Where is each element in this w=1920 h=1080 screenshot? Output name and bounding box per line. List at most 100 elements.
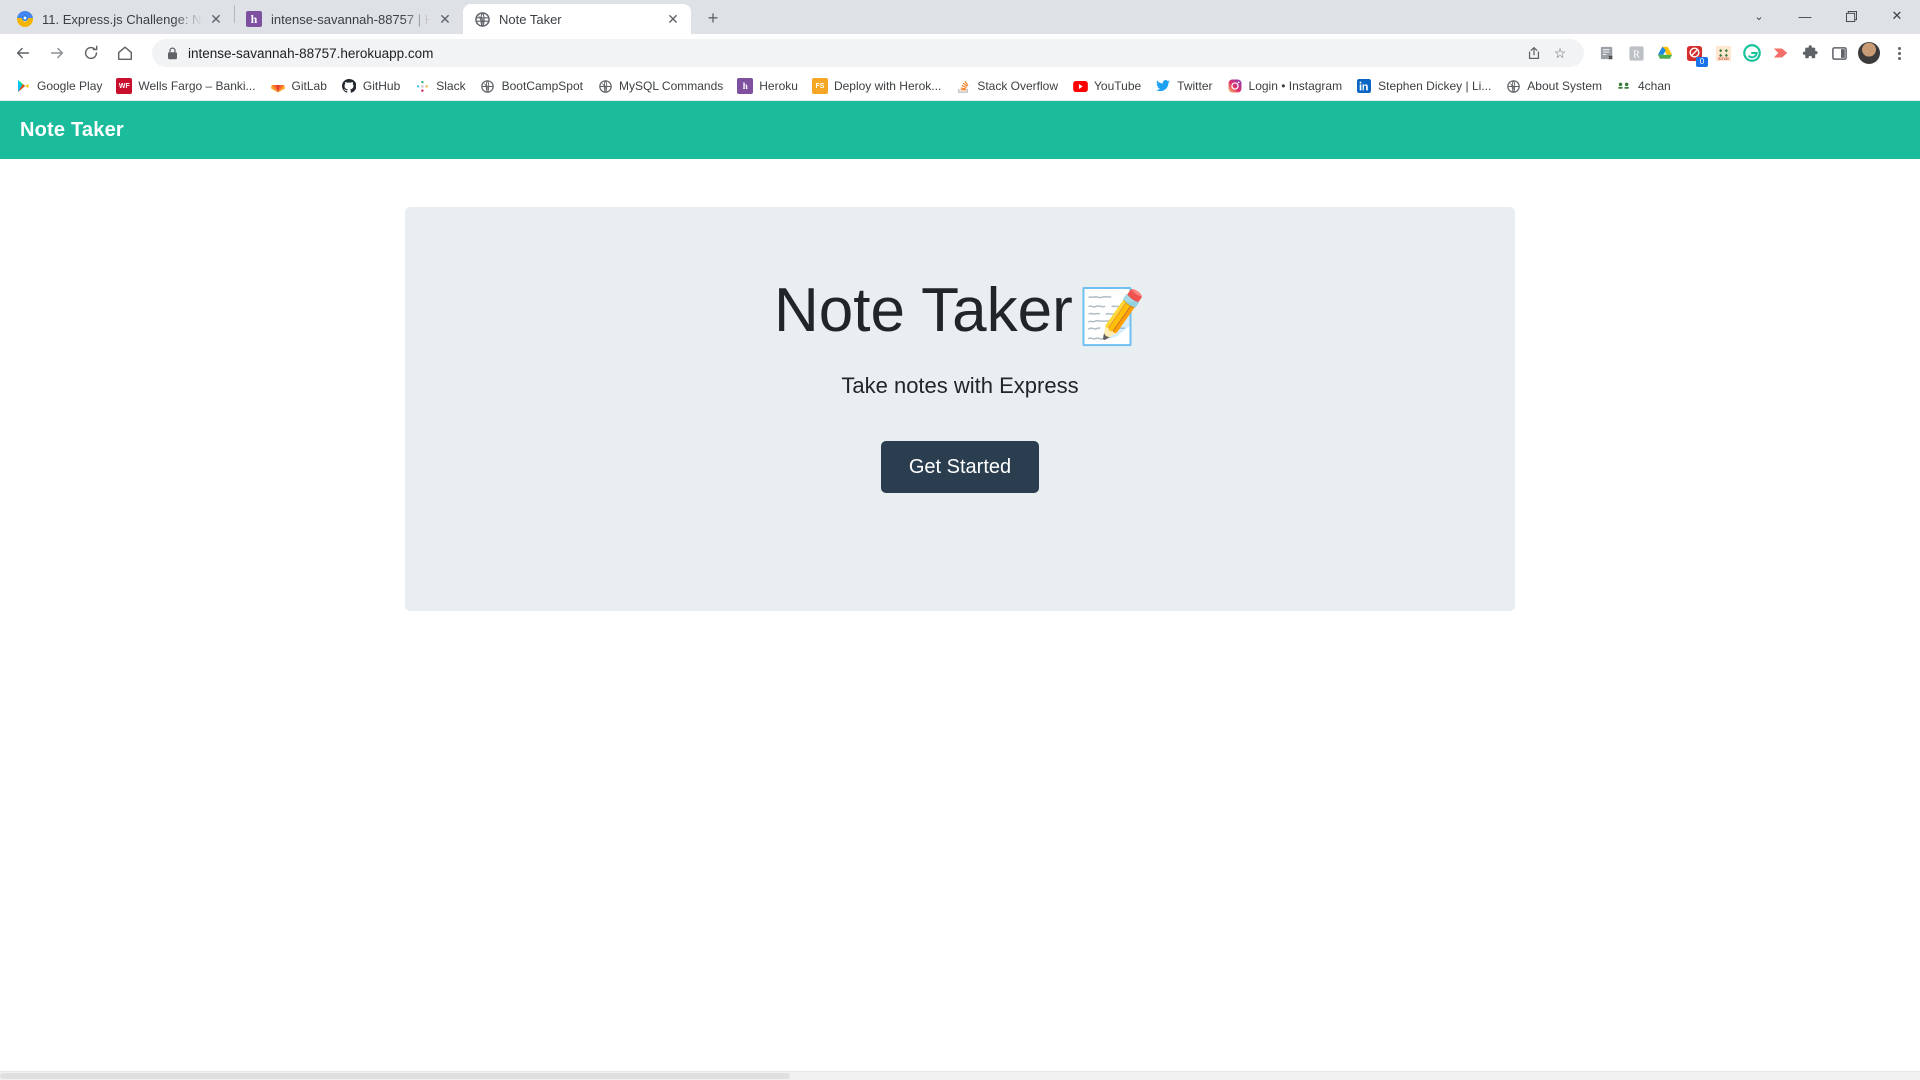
profile-avatar[interactable] (1858, 42, 1880, 64)
bookmark-label: Google Play (37, 79, 103, 93)
tab-note-taker[interactable]: Note Taker ✕ (463, 4, 691, 34)
omnibox-actions: ☆ (1522, 41, 1572, 65)
bookmark-heroku[interactable]: h Heroku (730, 75, 805, 97)
pocket-extension[interactable] (1768, 40, 1794, 66)
bookmarks-bar: Google Play WF Wells Fargo – Banki... Gi… (0, 72, 1920, 101)
bookmark-gitlab[interactable]: GitLab (263, 75, 334, 97)
puzzle-extensions-menu-icon[interactable] (1797, 40, 1823, 66)
linkedin-icon (1356, 78, 1372, 94)
adblock-extension[interactable]: 0 (1681, 40, 1708, 67)
tab-close-icon[interactable]: ✕ (665, 11, 681, 27)
page-title: Note Taker (774, 276, 1073, 345)
fs-icon: FS (811, 78, 828, 94)
restore-icon[interactable] (1828, 0, 1874, 32)
bookmark-label: Twitter (1177, 79, 1213, 93)
google-play-icon (15, 78, 31, 94)
bookmark-instagram[interactable]: Login • Instagram (1220, 75, 1350, 97)
adblock-badge-count: 0 (1696, 57, 1708, 67)
bookmark-4chan[interactable]: 4chan (1609, 75, 1678, 97)
browser-window: 11. Express.js Challenge: Note Tak ✕ h i… (0, 0, 1920, 1080)
forward-icon[interactable] (42, 38, 72, 68)
tab-title: 11. Express.js Challenge: Note Tak (42, 11, 202, 27)
app-brand-title[interactable]: Note Taker (20, 119, 124, 142)
get-started-button[interactable]: Get Started (880, 441, 1040, 494)
google-drive-extension[interactable] (1652, 40, 1678, 66)
url-text: intense-savannah-88757.herokuapp.com (188, 45, 434, 61)
bookmark-youtube[interactable]: YouTube (1065, 75, 1148, 97)
wells-fargo-icon: WF (116, 78, 133, 94)
svg-text:4chan: 4chan (1717, 56, 1729, 61)
github-icon (341, 78, 357, 94)
svg-text:R: R (1633, 49, 1640, 60)
globe-icon (597, 78, 613, 94)
reading-list-extension[interactable] (1594, 40, 1620, 66)
share-icon[interactable] (1522, 41, 1546, 65)
chrome-menu-kebab-icon[interactable] (1886, 40, 1912, 66)
bookmark-twitter[interactable]: Twitter (1148, 75, 1219, 97)
reload-icon[interactable] (76, 38, 106, 68)
hero-subtitle: Take notes with Express (841, 373, 1079, 399)
hero-title-row: Note Taker 📝 (445, 276, 1475, 347)
page-viewport: Note Taker Note Taker 📝 Take notes with E… (0, 101, 1920, 1080)
grammarly-extension[interactable] (1739, 40, 1765, 66)
browser-toolbar: intense-savannah-88757.herokuapp.com ☆ R… (0, 34, 1920, 72)
bookmark-label: GitLab (291, 79, 327, 93)
tab-close-icon[interactable]: ✕ (208, 11, 224, 27)
tab-express-challenge[interactable]: 11. Express.js Challenge: Note Tak ✕ (6, 4, 234, 34)
bookmark-wells-fargo[interactable]: WF Wells Fargo – Banki... (109, 75, 262, 97)
close-icon[interactable]: ✕ (1874, 0, 1920, 32)
bookmark-slack[interactable]: Slack (407, 75, 472, 97)
bookmark-bootcampspot[interactable]: BootCampSpot (473, 75, 590, 97)
bookmark-label: Deploy with Herok... (833, 79, 942, 93)
sidepanel-toggle-icon[interactable] (1826, 40, 1852, 66)
youtube-icon (1072, 78, 1088, 94)
bookmark-label: Stephen Dickey | Li... (1378, 79, 1492, 93)
bookmark-github[interactable]: GitHub (334, 75, 407, 97)
bookmark-label: MySQL Commands (619, 79, 724, 93)
bookmark-label: Slack (436, 79, 466, 93)
globe-icon (474, 11, 490, 27)
chrome-icon (17, 11, 33, 27)
bookmark-label: Heroku (759, 79, 798, 93)
globe-icon (1505, 78, 1521, 94)
address-bar[interactable]: intense-savannah-88757.herokuapp.com ☆ (152, 39, 1584, 67)
gitlab-icon (270, 78, 286, 94)
heroku-icon: h (737, 78, 754, 94)
twitter-icon (1155, 78, 1171, 94)
bookmark-google-play[interactable]: Google Play (8, 75, 109, 97)
minimize-icon[interactable]: — (1782, 0, 1828, 32)
tab-close-icon[interactable]: ✕ (437, 11, 453, 27)
bookmark-mysql-commands[interactable]: MySQL Commands (590, 75, 730, 97)
home-icon[interactable] (110, 38, 140, 68)
tab-strip: 11. Express.js Challenge: Note Tak ✕ h i… (0, 0, 1920, 34)
bookmark-label: YouTube (1094, 79, 1142, 93)
bookmark-linkedin[interactable]: Stephen Dickey | Li... (1349, 75, 1498, 97)
app-navbar: Note Taker (0, 101, 1920, 159)
bookmark-label: Stack Overflow (977, 79, 1059, 93)
memo-icon: 📝 (1078, 287, 1146, 347)
tab-search-icon[interactable]: ⌄ (1736, 0, 1782, 32)
stack-overflow-icon (955, 78, 971, 94)
bookmark-stack-overflow[interactable]: Stack Overflow (948, 75, 1065, 97)
scrollbar-thumb[interactable] (0, 1073, 790, 1079)
page-content: Note Taker 📝 Take notes with Express Get … (0, 159, 1920, 1080)
window-controls: ⌄ — ✕ (1736, 0, 1920, 32)
bookmark-star-icon[interactable]: ☆ (1548, 41, 1572, 65)
4chan-icon (1616, 78, 1632, 94)
bookmark-label: 4chan (1638, 79, 1671, 93)
tab-title: intense-savannah-88757 | Heroku (271, 11, 431, 27)
globe-icon (480, 78, 496, 94)
back-icon[interactable] (8, 38, 38, 68)
4chan-x-extension[interactable]: 4chan (1710, 40, 1736, 66)
tab-heroku-dashboard[interactable]: h intense-savannah-88757 | Heroku ✕ (235, 4, 463, 34)
horizontal-scrollbar[interactable] (0, 1071, 1920, 1080)
bookmark-about-system[interactable]: About System (1498, 75, 1609, 97)
bookmark-label: About System (1527, 79, 1602, 93)
heroku-icon: h (246, 11, 262, 27)
new-tab-button[interactable]: + (699, 4, 727, 32)
rakuten-extension[interactable]: R (1623, 40, 1649, 66)
bookmark-label: BootCampSpot (501, 79, 583, 93)
bookmark-label: Login • Instagram (1248, 79, 1343, 93)
bookmark-deploy-with-heroku[interactable]: FS Deploy with Herok... (805, 75, 948, 97)
lock-icon (164, 46, 180, 60)
